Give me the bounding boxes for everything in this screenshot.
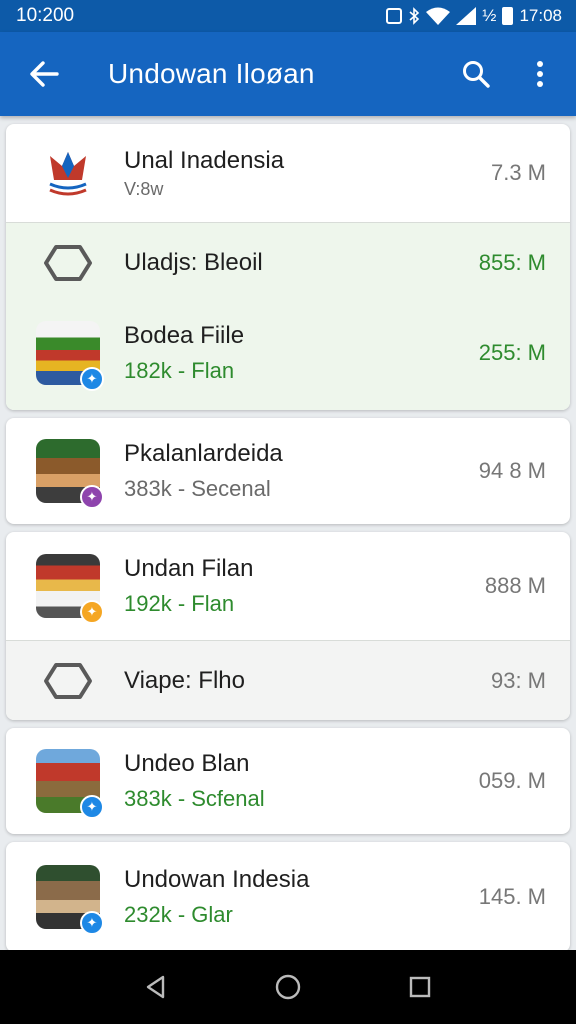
list-item[interactable]: Viape: Flho 93: M [6,641,570,720]
list-item[interactable]: Uladjs: Bleoil 855: M [6,223,570,303]
star-badge-icon: ✦ [80,367,104,391]
highlighted-group: Uladjs: Bleoil 855: M ✦ Bodea Fiile 182k… [6,223,570,410]
wifi-icon [426,7,451,25]
item-distance: 855: M [478,250,546,275]
page-title: Undowan Iloøan [108,58,315,89]
nav-back-icon [146,975,165,999]
app-bar: Undowan Iloøan [0,32,576,116]
star-badge-icon: ✦ [80,600,104,624]
status-extra-text: ½ [482,6,497,25]
hexagon-icon [36,649,100,713]
search-icon [463,61,490,88]
signal-icon [456,7,477,25]
list-item[interactable]: Unal Inadensia V:8w 7.3 M [6,124,570,222]
more-options-button[interactable] [518,52,562,96]
list-item[interactable]: ✦ Pkalanlardeida 383k - Secenal 94 8 M [6,418,570,524]
list-item[interactable]: ✦ Undowan Indesia 232k - Glar 145. M [6,842,570,952]
back-button[interactable] [24,54,64,94]
app-thumbnail: ✦ [36,439,104,509]
nav-back-button[interactable] [132,963,180,1011]
item-distance: 7.3 M [490,160,546,185]
nav-home-button[interactable] [264,963,312,1011]
list-card: ✦ Undowan Indesia 232k - Glar 145. M [6,842,570,952]
item-distance: 059. M [478,768,546,793]
nav-recents-button[interactable] [396,963,444,1011]
app-thumbnail: ✦ [36,865,104,935]
list-card: ✦ Pkalanlardeida 383k - Secenal 94 8 M [6,418,570,524]
item-distance: 255: M [478,340,546,365]
status-time: 10:200 [16,5,75,26]
status-clock: 17:08 [519,6,562,25]
list-card: ✦ Undeo Blan 383k - Scfenal 059. M [6,728,570,834]
notification-icon [386,8,403,24]
results-list: Unal Inadensia V:8w 7.3 M Uladjs: Bleoil… [6,124,570,952]
flag-logo-icon [36,141,100,205]
list-item[interactable]: ✦ Undeo Blan 383k - Scfenal 059. M [6,728,570,834]
item-distance: 93: M [490,667,546,693]
star-badge-icon: ✦ [80,911,104,935]
list-item[interactable]: ✦ Undan Filan 192k - Flan 888 M [6,532,570,640]
bluetooth-icon [409,7,420,25]
back-arrow-icon [30,61,59,87]
status-icons: ½ 17:08 [386,6,562,26]
app-thumbnail: ✦ [36,554,104,624]
battery-icon [502,7,514,25]
item-distance: 888 M [484,573,546,598]
app-thumbnail: ✦ [36,321,104,391]
status-bar: 10:200 ½ 17:08 [0,0,576,32]
list-card: Unal Inadensia V:8w 7.3 M Uladjs: Bleoil… [6,124,570,410]
system-nav-bar [0,950,576,1024]
hexagon-icon [36,231,100,295]
item-distance: 94 8 M [478,458,546,483]
list-card: ✦ Undan Filan 192k - Flan 888 M Viape: F… [6,532,570,720]
search-button[interactable] [454,52,498,96]
list-item[interactable]: ✦ Bodea Fiile 182k - Flan 255: M [6,303,570,403]
star-badge-icon: ✦ [80,795,104,819]
star-badge-icon: ✦ [80,485,104,509]
app-thumbnail: ✦ [36,749,104,819]
nav-recents-icon [409,976,431,998]
more-vert-icon [537,61,543,87]
nav-home-icon [275,974,301,1000]
item-distance: 145. M [478,884,546,909]
